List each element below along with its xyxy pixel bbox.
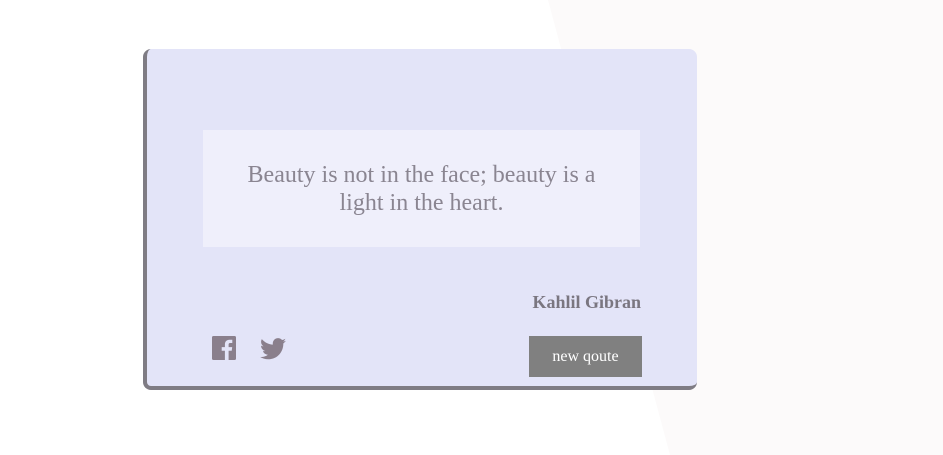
quote-text: Beauty is not in the face; beauty is a l…: [247, 161, 596, 216]
twitter-icon[interactable]: [260, 338, 286, 360]
quote-author: Kahlil Gibran: [532, 292, 641, 312]
quote-card: Beauty is not in the face; beauty is a l…: [143, 49, 697, 390]
new-quote-button[interactable]: new qoute: [529, 336, 642, 377]
quote-box: Beauty is not in the face; beauty is a l…: [203, 130, 640, 247]
facebook-icon[interactable]: [212, 336, 236, 360]
